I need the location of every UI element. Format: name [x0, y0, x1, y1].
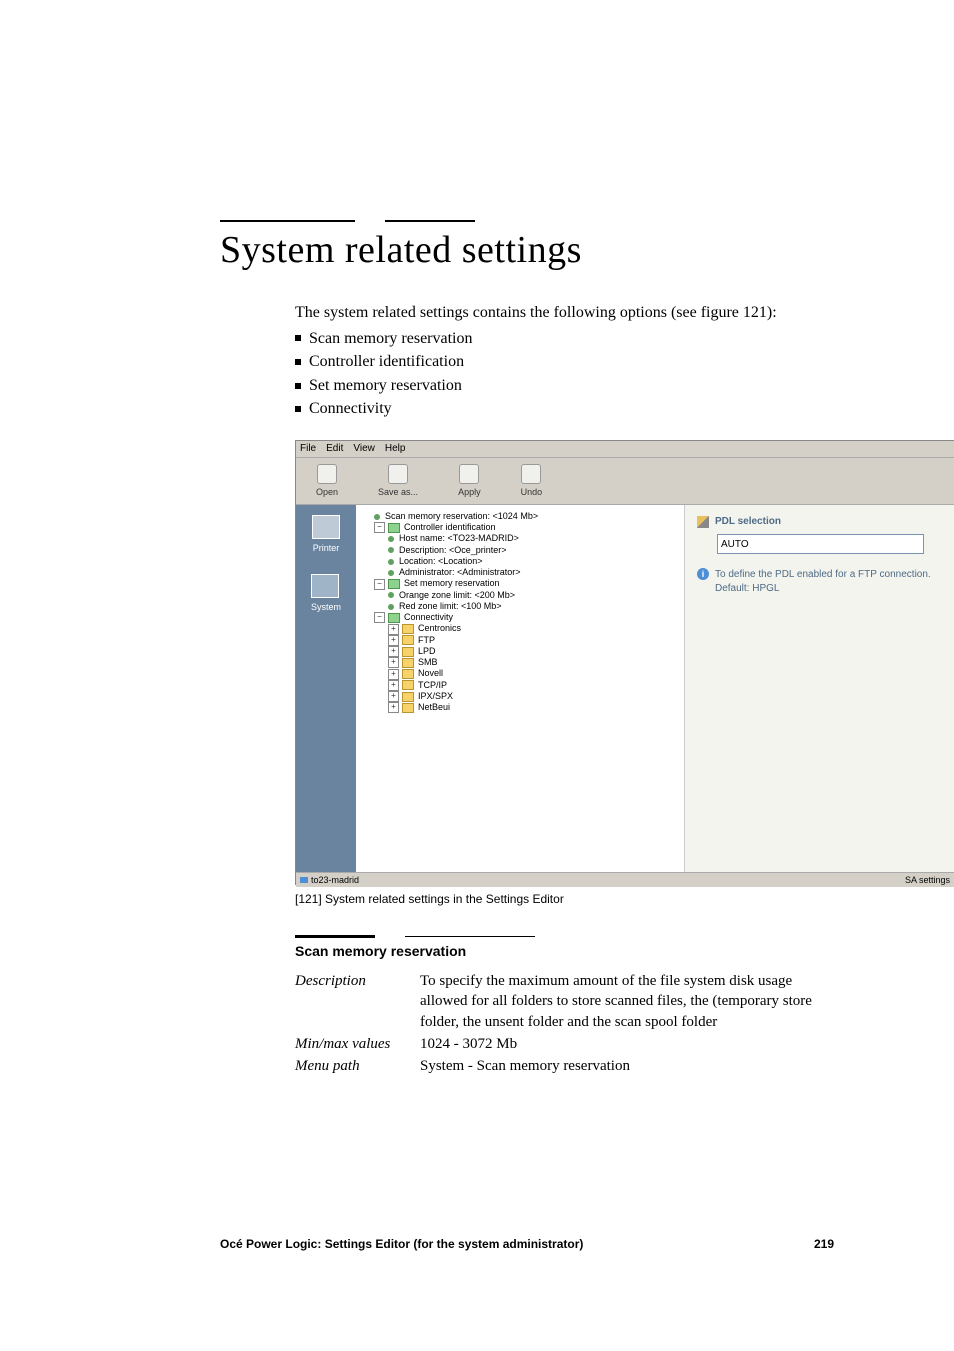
tree-smb[interactable]: SMB	[402, 657, 438, 667]
detail-panel: PDL selection i To define the PDL enable…	[685, 505, 954, 872]
tree-novell[interactable]: Novell	[402, 668, 443, 678]
tree-orange-limit[interactable]: Orange zone limit: <200 Mb>	[360, 590, 680, 601]
tree-description[interactable]: Description: <Oce_printer>	[360, 545, 680, 556]
expand-icon[interactable]: +	[388, 702, 399, 713]
sidebar-item-printer[interactable]: Printer	[312, 515, 340, 554]
tree-lpd[interactable]: LPD	[402, 646, 436, 656]
expand-icon[interactable]: +	[388, 657, 399, 668]
menu-view[interactable]: View	[353, 442, 375, 456]
spec-value-menupath: System - Scan memory reservation	[420, 1056, 834, 1076]
collapse-icon[interactable]: −	[374, 612, 385, 623]
undo-label: Undo	[521, 486, 543, 498]
toolbar: Open Save as... Apply Undo	[296, 458, 954, 505]
tree-scan-memory[interactable]: Scan memory reservation: <1024 Mb>	[360, 511, 680, 522]
menu-file[interactable]: File	[300, 442, 316, 456]
category-sidebar: Printer System	[296, 505, 356, 872]
tree-connectivity[interactable]: Connectivity	[388, 612, 453, 622]
sidebar-label: System	[311, 601, 341, 613]
spec-value-description: To specify the maximum amount of the fil…	[420, 971, 834, 1032]
settings-tree[interactable]: Scan memory reservation: <1024 Mb> −Cont…	[356, 505, 685, 872]
tree-controller-id[interactable]: Controller identification	[388, 522, 496, 532]
detail-heading: PDL selection	[715, 515, 781, 529]
figure-caption: [121] System related settings in the Set…	[295, 891, 834, 907]
sidebar-label: Printer	[312, 542, 340, 554]
footer-text: Océ Power Logic: Settings Editor (for th…	[220, 1237, 583, 1251]
tree-location[interactable]: Location: <Location>	[360, 556, 680, 567]
status-host: to23-madrid	[311, 874, 359, 886]
menu-edit[interactable]: Edit	[326, 442, 343, 456]
status-mode: SA settings	[905, 874, 950, 886]
expand-icon[interactable]: +	[388, 624, 399, 635]
system-icon	[311, 574, 339, 598]
open-button[interactable]: Open	[316, 464, 338, 498]
tree-ipxspx[interactable]: IPX/SPX	[402, 691, 453, 701]
status-bar: to23-madrid SA settings	[296, 872, 954, 887]
open-label: Open	[316, 486, 338, 498]
bullet-item: Controller identification	[309, 351, 464, 373]
spec-label-menupath: Menu path	[295, 1056, 420, 1076]
section-heading: Scan memory reservation	[295, 942, 834, 961]
undo-icon	[521, 464, 541, 484]
sidebar-item-system[interactable]: System	[311, 574, 341, 613]
expand-icon[interactable]: +	[388, 635, 399, 646]
tree-set-memory[interactable]: Set memory reservation	[388, 578, 500, 588]
menubar: File Edit View Help	[296, 441, 954, 458]
spec-label-minmax: Min/max values	[295, 1034, 420, 1054]
save-icon	[388, 464, 408, 484]
pdl-selection-input[interactable]	[717, 534, 924, 554]
bullet-item: Set memory reservation	[309, 375, 462, 397]
spec-value-minmax: 1024 - 3072 Mb	[420, 1034, 834, 1054]
intro-text: The system related settings contains the…	[295, 302, 834, 324]
expand-icon[interactable]: +	[388, 680, 399, 691]
pencil-icon	[697, 516, 709, 528]
printer-icon	[312, 515, 340, 539]
tree-administrator[interactable]: Administrator: <Administrator>	[360, 567, 680, 578]
bullet-item: Scan memory reservation	[309, 328, 473, 350]
expand-icon[interactable]: +	[388, 646, 399, 657]
page-title: System related settings	[220, 228, 834, 272]
saveas-label: Save as...	[378, 486, 418, 498]
expand-icon[interactable]: +	[388, 669, 399, 680]
tree-ftp[interactable]: FTP	[402, 635, 435, 645]
tree-centronics[interactable]: Centronics	[402, 623, 461, 633]
info-icon: i	[697, 568, 709, 580]
undo-button[interactable]: Undo	[521, 464, 543, 498]
apply-button[interactable]: Apply	[458, 464, 481, 498]
info-text-line1: To define the PDL enabled for a FTP conn…	[715, 568, 931, 582]
connection-icon	[300, 877, 308, 883]
settings-editor-screenshot: File Edit View Help Open Save as... Appl…	[295, 440, 954, 885]
tree-tcpip[interactable]: TCP/IP	[402, 680, 447, 690]
expand-icon[interactable]: +	[388, 691, 399, 702]
saveas-button[interactable]: Save as...	[378, 464, 418, 498]
collapse-icon[interactable]: −	[374, 579, 385, 590]
collapse-icon[interactable]: −	[374, 522, 385, 533]
info-text-line2: Default: HPGL	[715, 582, 931, 596]
tree-red-limit[interactable]: Red zone limit: <100 Mb>	[360, 601, 680, 612]
apply-label: Apply	[458, 486, 481, 498]
tree-netbeui[interactable]: NetBeui	[402, 702, 450, 712]
spec-label-description: Description	[295, 971, 420, 1032]
tree-host-name[interactable]: Host name: <TO23-MADRID>	[360, 533, 680, 544]
bullet-item: Connectivity	[309, 398, 392, 420]
apply-icon	[459, 464, 479, 484]
open-icon	[317, 464, 337, 484]
page-number: 219	[814, 1237, 834, 1251]
menu-help[interactable]: Help	[385, 442, 406, 456]
bullet-list: Scan memory reservation Controller ident…	[295, 328, 834, 420]
spec-table: Description To specify the maximum amoun…	[295, 971, 834, 1076]
